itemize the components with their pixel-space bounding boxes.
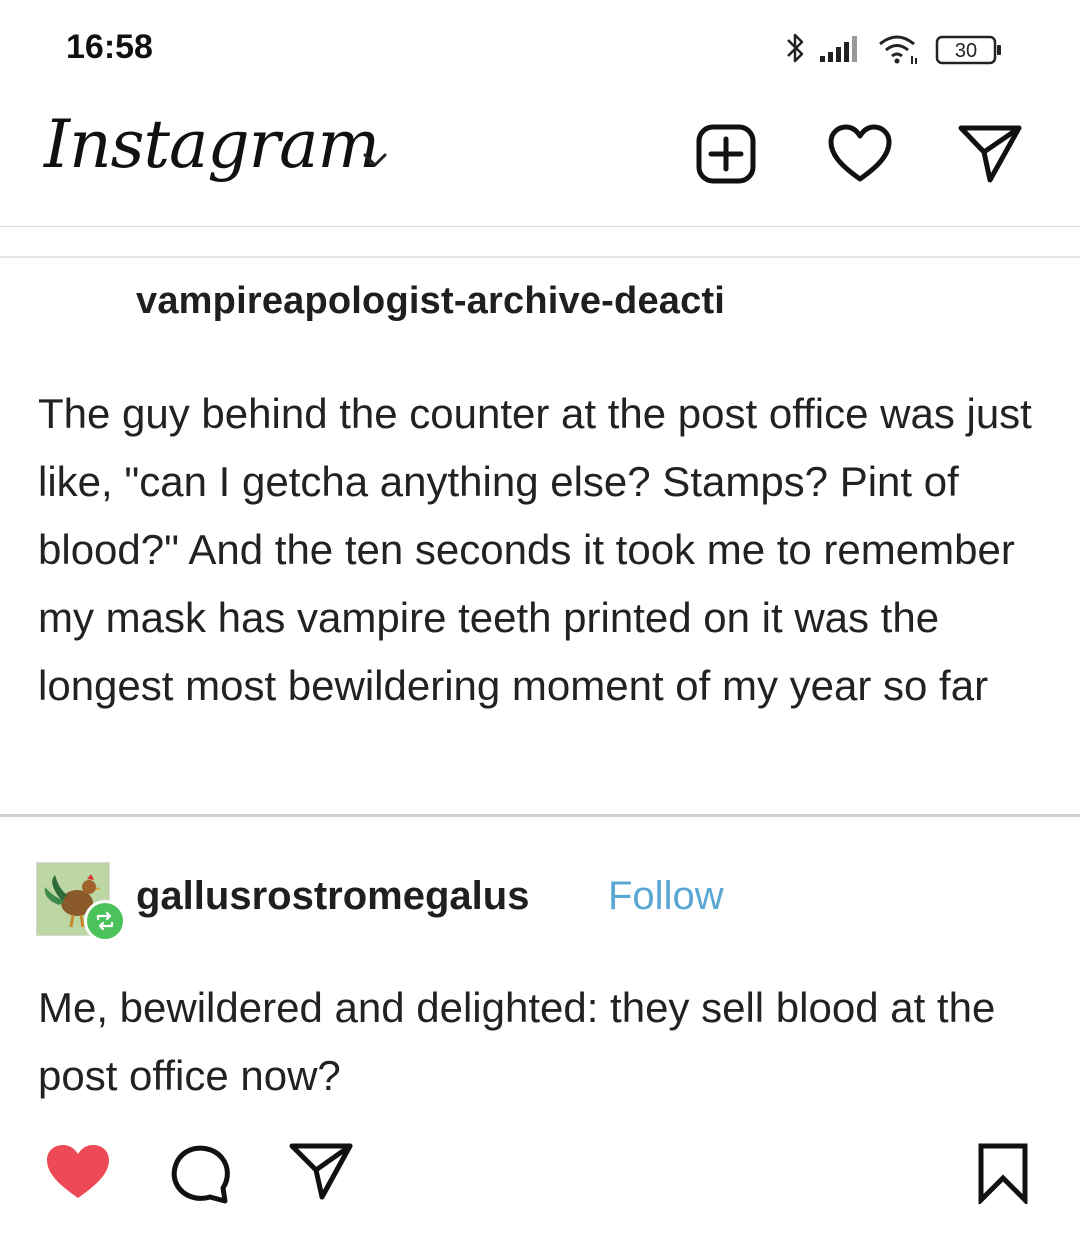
original-poster-username: vampireapologist-archive-deacti [136,280,726,322]
battery-level: 30 [955,40,977,62]
reply-username[interactable]: gallusrostromegalus [136,874,529,919]
status-icons: 30 [784,30,1024,70]
new-post-icon [696,124,756,184]
instagram-logo[interactable]: Instagram [44,106,380,183]
comment-button[interactable] [164,1140,236,1206]
like-icon [47,1145,109,1198]
status-bar: 16:58 30 [0,0,1080,100]
wifi-icon [879,35,917,64]
direct-message-icon [958,125,1022,183]
share-button[interactable] [286,1140,356,1202]
post-divider [0,814,1080,817]
like-button[interactable] [42,1140,114,1204]
activity-button[interactable] [826,120,894,188]
app-header: Instagram [0,100,1080,227]
post-action-bar [0,1130,1080,1220]
chevron-down-icon[interactable] [360,148,390,172]
status-time: 16:58 [66,28,153,66]
reblog-icon [96,911,114,931]
post-image-top-border [0,256,1080,258]
comment-icon [171,1145,230,1204]
reply-text: Me, bewildered and delighted: they sell … [38,984,996,1099]
signal-icon [820,36,857,62]
save-icon [978,1143,1028,1204]
reblog-badge [84,900,126,942]
save-button[interactable] [972,1140,1034,1206]
original-post-text: The guy behind the counter at the post o… [38,390,1032,709]
battery-icon: 30 [935,35,1001,65]
share-icon [289,1143,353,1200]
new-post-button[interactable] [692,120,760,188]
bluetooth-icon [787,33,804,63]
follow-link[interactable]: Follow [608,874,724,919]
heart-icon [828,124,892,182]
direct-messages-button[interactable] [956,120,1024,188]
